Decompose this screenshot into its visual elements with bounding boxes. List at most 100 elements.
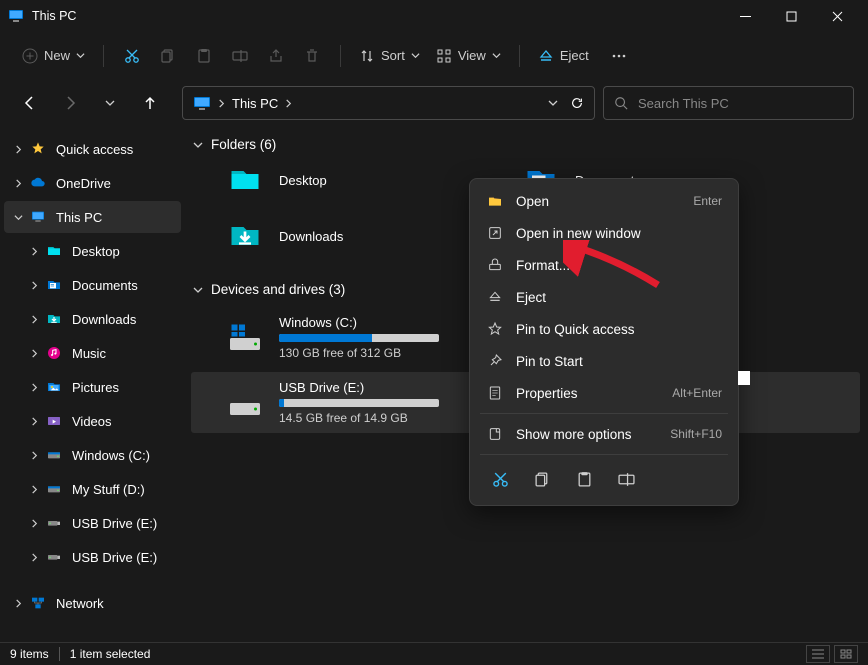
sidebar-item-label: Downloads (72, 312, 136, 327)
ctx-properties[interactable]: PropertiesAlt+Enter (476, 377, 732, 409)
ctx-shortcut: Alt+Enter (672, 386, 722, 400)
address-bar[interactable]: This PC (182, 86, 595, 120)
drives-header-label: Devices and drives (3) (211, 282, 345, 297)
separator (480, 413, 728, 414)
back-button[interactable] (14, 87, 46, 119)
titlebar: This PC (0, 0, 868, 32)
status-bar: 9 items 1 item selected (0, 642, 868, 665)
trash-icon (304, 48, 320, 64)
ctx-item-label: Pin to Start (516, 354, 710, 369)
ctx-format-[interactable]: Format... (476, 249, 732, 281)
delete-button[interactable] (294, 42, 330, 70)
sidebar-item-usb-drive-e-[interactable]: USB Drive (E:) (4, 541, 181, 573)
ctx-open[interactable]: OpenEnter (476, 185, 732, 217)
copy-icon (160, 48, 176, 64)
chevron-icon[interactable] (26, 553, 42, 562)
sidebar-item-windows-c-[interactable]: Windows (C:) (4, 439, 181, 471)
pc-icon (8, 9, 24, 23)
ctx-pin-to-start[interactable]: Pin to Start (476, 345, 732, 377)
chevron-right-icon (284, 99, 293, 108)
folder-label: Desktop (279, 173, 327, 188)
breadcrumb-segment[interactable]: This PC (226, 92, 299, 115)
maximize-button[interactable] (768, 0, 814, 32)
downloads-icon (46, 311, 62, 327)
paste-icon (196, 48, 212, 64)
chevron-icon[interactable] (26, 315, 42, 324)
ctx-pin-to-quick-access[interactable]: Pin to Quick access (476, 313, 732, 345)
sidebar-item-usb-drive-e-[interactable]: USB Drive (E:) (4, 507, 181, 539)
sidebar-item-music[interactable]: Music (4, 337, 181, 369)
sidebar-item-my-stuff-d-[interactable]: My Stuff (D:) (4, 473, 181, 505)
ctx-eject[interactable]: Eject (476, 281, 732, 313)
chevron-icon[interactable] (10, 179, 26, 188)
sidebar-item-network[interactable]: Network (4, 587, 181, 619)
sidebar-item-this-pc[interactable]: This PC (4, 201, 181, 233)
copy-button[interactable] (524, 463, 560, 495)
disk-icon (46, 447, 62, 463)
sidebar-item-label: Windows (C:) (72, 448, 150, 463)
cut-button[interactable] (482, 463, 518, 495)
drive-selection-edge (738, 371, 750, 385)
sidebar-item-onedrive[interactable]: OneDrive (4, 167, 181, 199)
chevron-icon[interactable] (10, 145, 26, 154)
sidebar-item-documents[interactable]: Documents (4, 269, 181, 301)
ctx-item-label: Show more options (516, 427, 658, 442)
breadcrumb-root: This PC (232, 96, 278, 111)
navigation-pane: Quick access OneDrive This PCDesktop Docume… (0, 127, 185, 642)
recent-button[interactable] (94, 87, 126, 119)
more-button[interactable] (601, 42, 637, 70)
chevron-icon[interactable] (10, 599, 26, 608)
ctx-item-label: Format... (516, 258, 710, 273)
format-icon (486, 256, 504, 274)
documents-icon (46, 277, 62, 293)
refresh-icon[interactable] (570, 96, 584, 110)
chevron-icon[interactable] (26, 451, 42, 460)
folders-section-header[interactable]: Folders (6) (189, 133, 868, 162)
sidebar-item-quick-access[interactable]: Quick access (4, 133, 181, 165)
sidebar-item-label: Documents (72, 278, 138, 293)
pictures-icon (46, 379, 62, 395)
chevron-down-icon[interactable] (548, 98, 558, 108)
chevron-icon[interactable] (26, 485, 42, 494)
folder-item-desktop[interactable]: Desktop (225, 162, 495, 198)
forward-button[interactable] (54, 87, 86, 119)
chevron-icon[interactable] (26, 349, 42, 358)
tiles-view-button[interactable] (834, 645, 858, 663)
chevron-icon[interactable] (10, 213, 26, 222)
search-input[interactable]: Search This PC (603, 86, 854, 120)
rename-button[interactable] (608, 463, 644, 495)
share-button[interactable] (258, 42, 294, 70)
sidebar-item-pictures[interactable]: Pictures (4, 371, 181, 403)
sort-button[interactable]: Sort (351, 42, 428, 70)
ctx-show-more-options[interactable]: Show more optionsShift+F10 (476, 418, 732, 450)
chevron-icon[interactable] (26, 247, 42, 256)
sidebar-item-label: OneDrive (56, 176, 111, 191)
sidebar-item-desktop[interactable]: Desktop (4, 235, 181, 267)
paste-button[interactable] (186, 42, 222, 70)
downloads-icon (225, 218, 265, 254)
sidebar-item-videos[interactable]: Videos (4, 405, 181, 437)
ctx-item-label: Pin to Quick access (516, 322, 710, 337)
new-label: New (44, 48, 70, 63)
eject-button[interactable]: Eject (530, 42, 597, 70)
up-button[interactable] (134, 87, 166, 119)
ctx-open-in-new-window[interactable]: Open in new window (476, 217, 732, 249)
chevron-icon[interactable] (26, 519, 42, 528)
minimize-button[interactable] (722, 0, 768, 32)
copy-button[interactable] (150, 42, 186, 70)
sidebar-item-downloads[interactable]: Downloads (4, 303, 181, 335)
chevron-icon[interactable] (26, 417, 42, 426)
close-button[interactable] (814, 0, 860, 32)
chevron-icon[interactable] (26, 383, 42, 392)
folder-label: Downloads (279, 229, 343, 244)
view-button[interactable]: View (428, 42, 509, 70)
folder-item-downloads[interactable]: Downloads (225, 218, 495, 254)
new-button[interactable]: New (14, 42, 93, 70)
chevron-icon[interactable] (26, 281, 42, 290)
cut-button[interactable] (114, 42, 150, 70)
cloud-icon (30, 175, 46, 191)
paste-button[interactable] (566, 463, 602, 495)
rename-button[interactable] (222, 42, 258, 70)
network-icon (30, 595, 46, 611)
details-view-button[interactable] (806, 645, 830, 663)
